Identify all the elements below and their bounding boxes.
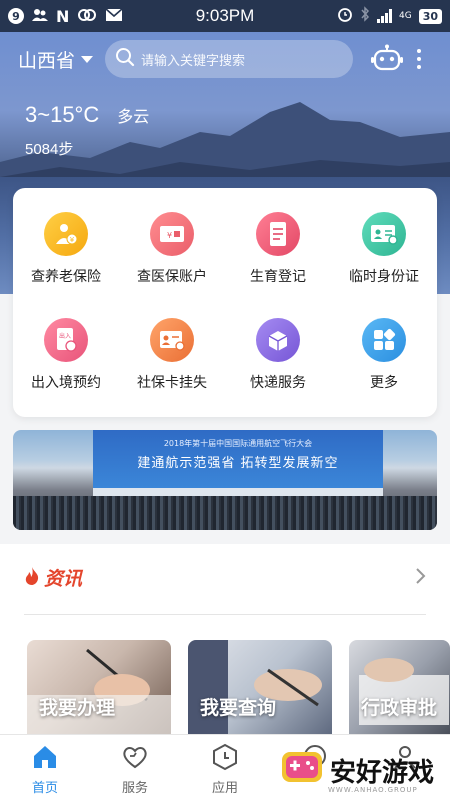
- service-exit-entry[interactable]: 出入 出入境预约: [13, 318, 119, 392]
- tile-query[interactable]: 我要查询: [188, 640, 332, 734]
- document-icon: [256, 212, 300, 256]
- tab-label: 应用: [211, 781, 238, 796]
- service-label: 临时身份证: [349, 269, 419, 285]
- service-label: 查医保账户: [137, 269, 207, 285]
- tab-home[interactable]: 首页: [0, 743, 90, 796]
- medical-card-icon: ¥: [150, 212, 194, 256]
- promo-banner[interactable]: 2018年第十届中国国际通用航空飞行大会 建通航示范强省 拓转型发展新空: [13, 430, 437, 530]
- chevron-right-icon[interactable]: [414, 567, 426, 589]
- svg-text:¥: ¥: [167, 231, 172, 240]
- watermark-logo: 安好游戏 WWW.ANHAO.GROUP: [280, 748, 434, 794]
- banner-title: 建通航示范强省 拓转型发展新空: [137, 456, 339, 471]
- top-bar: 山西省 请输入关键字搜索: [0, 38, 450, 80]
- game-controller-icon: [280, 748, 324, 792]
- chevron-down-icon: [81, 55, 94, 63]
- id-card-icon: [362, 212, 406, 256]
- province-label: 山西省: [18, 49, 76, 72]
- news-title: 资讯: [44, 568, 83, 590]
- service-label: 查养老保险: [31, 269, 101, 285]
- temperature: 3~15°C: [25, 102, 100, 127]
- tab-label: 首页: [31, 781, 58, 796]
- service-pension[interactable]: ¥ 查养老保险: [13, 212, 119, 286]
- service-birth-registration[interactable]: 生育登记: [225, 212, 331, 286]
- heart-service-icon: [90, 743, 180, 771]
- svg-text:¥: ¥: [70, 236, 75, 244]
- home-icon: [0, 743, 90, 771]
- watermark-text: 安好游戏: [329, 757, 434, 788]
- services-card: ¥ 查养老保险 ¥ 查医保账户 生育登记 临时身份证 出入 出入境预约 社保卡挂…: [13, 188, 437, 417]
- status-bar: 9 N 9:03PM 4G 30: [0, 0, 450, 32]
- search-icon: [115, 47, 135, 71]
- service-social-card-loss[interactable]: 社保卡挂失: [119, 318, 225, 392]
- grid-more-icon: [362, 318, 406, 362]
- tile-admin-approval[interactable]: 行政审批: [349, 640, 450, 734]
- tab-services[interactable]: 服务: [90, 743, 180, 796]
- pension-icon: ¥: [44, 212, 88, 256]
- service-express[interactable]: 快递服务: [225, 318, 331, 392]
- news-section: 资讯 我要办理 我要查询 行政审批: [0, 544, 450, 734]
- province-selector[interactable]: 山西省: [18, 46, 94, 73]
- service-label: 出入境预约: [31, 375, 101, 391]
- service-label: 快递服务: [250, 375, 306, 391]
- watermark-subtext: WWW.ANHAO.GROUP: [327, 786, 418, 794]
- banner-billboard: 2018年第十届中国国际通用航空飞行大会 建通航示范强省 拓转型发展新空: [93, 430, 383, 488]
- search-input[interactable]: 请输入关键字搜索: [105, 40, 354, 78]
- weather-condition: 多云: [117, 107, 150, 126]
- service-label: 更多: [370, 375, 398, 391]
- tab-label: 服务: [121, 781, 148, 796]
- more-options-icon[interactable]: [417, 49, 422, 69]
- flame-icon: [24, 566, 40, 590]
- service-label: 生育登记: [250, 269, 306, 285]
- banner-crowd: [13, 496, 437, 530]
- tile-label: 行政审批: [361, 697, 438, 719]
- passport-icon: 出入: [44, 318, 88, 362]
- service-temp-id[interactable]: 临时身份证: [331, 212, 437, 286]
- weather-widget: 3~15°C 多云 5084步: [25, 102, 149, 159]
- tile-handle-business[interactable]: 我要办理: [27, 640, 171, 734]
- clock-hexagon-icon: [180, 743, 270, 771]
- search-placeholder: 请输入关键字搜索: [141, 53, 246, 69]
- divider: [24, 614, 426, 615]
- service-label: 社保卡挂失: [137, 375, 207, 391]
- social-card-icon: [150, 318, 194, 362]
- robot-assistant-icon[interactable]: [371, 43, 404, 75]
- tile-label: 我要办理: [39, 697, 116, 719]
- news-header[interactable]: 资讯: [24, 564, 426, 591]
- step-count: 5084步: [25, 141, 74, 158]
- banner-subtitle: 2018年第十届中国国际通用航空飞行大会: [163, 439, 313, 448]
- tile-label: 我要查询: [200, 697, 277, 719]
- parcel-icon: [256, 318, 300, 362]
- svg-text:出入: 出入: [59, 332, 71, 340]
- clock: 9:03PM: [195, 6, 255, 25]
- service-more[interactable]: 更多: [331, 318, 437, 392]
- service-medical-account[interactable]: ¥ 查医保账户: [119, 212, 225, 286]
- tab-apps[interactable]: 应用: [180, 743, 270, 796]
